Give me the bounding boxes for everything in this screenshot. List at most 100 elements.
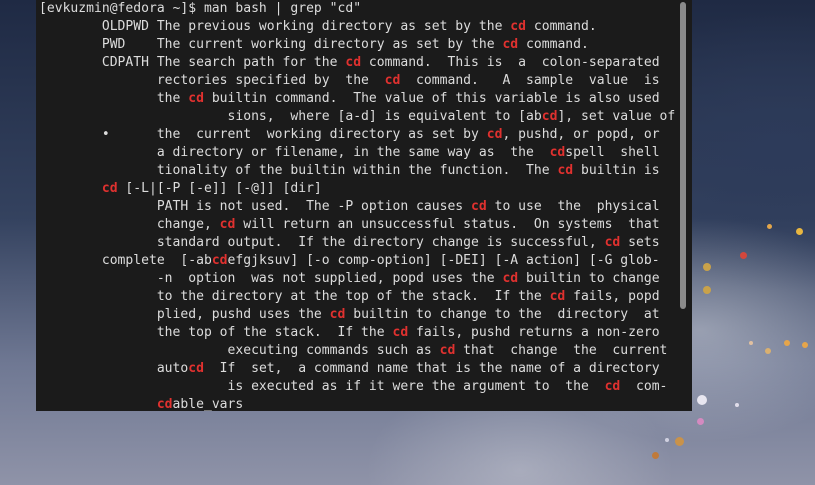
terminal-text: will return an unsuccessful status. On s…	[235, 217, 660, 232]
terminal-text: to the directory at the top of the stack…	[39, 289, 550, 304]
terminal-text: is executed as if it were the argument t…	[39, 379, 605, 394]
grep-match-highlight: cd	[549, 145, 566, 160]
terminal-output-line: change, cd will return an unsuccessful s…	[39, 216, 678, 234]
terminal-output-line: a directory or filename, in the same way…	[39, 144, 678, 162]
wallpaper-bokeh-dot	[749, 341, 753, 345]
terminal-text: [evkuzmin@fedora ~]$ man bash | grep "cd…	[39, 1, 362, 16]
terminal-text: command. A sample value is	[400, 73, 660, 88]
terminal-output-line: autocd If set, a command name that is th…	[39, 360, 678, 378]
terminal-text: [-L|[-P [-e]] [-@]] [dir]	[117, 181, 322, 196]
terminal-text: tionality of the builtin within the func…	[39, 163, 558, 178]
terminal-output-line: OLDPWD The previous working directory as…	[39, 18, 678, 36]
terminal-text: builtin to change	[518, 271, 660, 286]
grep-match-highlight: cd	[384, 73, 401, 88]
terminal-text: command.	[526, 19, 597, 34]
terminal-text: sions, where [a-d] is equivalent to [ab	[39, 109, 542, 124]
terminal-output-line: is executed as if it were the argument t…	[39, 378, 678, 396]
terminal-output-line: PATH is not used. The -P option causes c…	[39, 198, 678, 216]
terminal-output-line: to the directory at the top of the stack…	[39, 288, 678, 306]
terminal-text: the	[39, 91, 189, 106]
terminal-prompt-line: [evkuzmin@fedora ~]$ man bash | grep "cd…	[39, 0, 678, 18]
terminal-output-line: • the current working directory as set b…	[39, 126, 678, 144]
terminal-text: standard output. If the directory change…	[39, 235, 605, 250]
wallpaper-bokeh-dot	[802, 342, 808, 348]
terminal-text: com-	[620, 379, 668, 394]
terminal-text: executing commands such as	[39, 343, 440, 358]
terminal-output-line: tionality of the builtin within the func…	[39, 162, 678, 180]
grep-match-highlight: cd	[211, 253, 228, 268]
terminal-text: to use the physical	[486, 199, 660, 214]
terminal-output-line: cdable_vars	[39, 396, 678, 411]
terminal-text: builtin command. The value of this varia…	[203, 91, 660, 106]
terminal-scrollbar-thumb[interactable]	[680, 2, 686, 309]
grep-match-highlight: cd	[502, 37, 519, 52]
grep-match-highlight: cd	[329, 307, 346, 322]
grep-match-highlight: cd	[188, 361, 204, 376]
wallpaper-bokeh-dot	[697, 395, 707, 405]
terminal-text: auto	[39, 361, 189, 376]
terminal-text: change,	[39, 217, 220, 232]
grep-match-highlight: cd	[502, 271, 519, 286]
grep-match-highlight: cd	[439, 343, 456, 358]
terminal-text: the top of the stack. If the	[39, 325, 393, 340]
terminal-text: complete [-ab	[39, 253, 212, 268]
terminal-text: , pushd, or popd, or	[502, 127, 660, 142]
terminal-text: rectories specified by the	[39, 73, 385, 88]
terminal-text: -n option was not supplied, popd uses th…	[39, 271, 503, 286]
terminal-text: spell shell	[565, 145, 660, 160]
terminal-window[interactable]: [evkuzmin@fedora ~]$ man bash | grep "cd…	[36, 0, 692, 411]
terminal-text: a directory or filename, in the same way…	[39, 145, 550, 160]
grep-match-highlight: cd	[557, 163, 574, 178]
grep-match-highlight: cd	[156, 397, 173, 411]
terminal-text: If set, a command name that is the name …	[203, 361, 660, 376]
terminal-output-line: complete [-abcdefgjksuv] [-o comp-option…	[39, 252, 678, 270]
terminal-text: that change the current	[455, 343, 668, 358]
grep-match-highlight: cd	[486, 127, 503, 142]
wallpaper-bokeh-dot	[652, 452, 659, 459]
terminal-output-line: CDPATH The search path for the cd comman…	[39, 54, 678, 72]
terminal-text: OLDPWD The previous working directory as…	[39, 19, 511, 34]
grep-match-highlight: cd	[604, 379, 621, 394]
grep-match-highlight: cd	[392, 325, 409, 340]
wallpaper-bokeh-dot	[703, 286, 711, 294]
wallpaper-bokeh-dot	[697, 418, 704, 425]
terminal-text: PWD The current working directory as set…	[39, 37, 503, 52]
terminal-text: sets	[620, 235, 660, 250]
terminal-text: command.	[518, 37, 589, 52]
terminal-text: PATH is not used. The -P option causes	[39, 199, 472, 214]
terminal-text: fails, popd	[565, 289, 660, 304]
terminal-output-line: the top of the stack. If the cd fails, p…	[39, 324, 678, 342]
wallpaper-bokeh-dot	[703, 263, 711, 271]
terminal-scroll-track[interactable]	[680, 0, 690, 411]
terminal-output-line: the cd builtin command. The value of thi…	[39, 90, 678, 108]
terminal-text: command. This is a colon-separated	[361, 55, 660, 70]
grep-match-highlight: cd	[604, 235, 621, 250]
terminal-text: builtin is	[573, 163, 660, 178]
terminal-output-line: PWD The current working directory as set…	[39, 36, 678, 54]
terminal-text: CDPATH The search path for the	[39, 55, 346, 70]
wallpaper-bokeh-dot	[675, 437, 684, 446]
terminal-output-line: sions, where [a-d] is equivalent to [abc…	[39, 108, 678, 126]
wallpaper-bokeh-dot	[735, 403, 739, 407]
grep-match-highlight: cd	[549, 289, 566, 304]
grep-match-highlight: cd	[188, 91, 204, 106]
terminal-output-line: executing commands such as cd that chang…	[39, 342, 678, 360]
wallpaper-bokeh-dot	[784, 340, 790, 346]
terminal-text: builtin to change to the directory at	[345, 307, 660, 322]
grep-match-highlight: cd	[510, 19, 527, 34]
wallpaper-bokeh-dot	[740, 252, 747, 259]
terminal-output: [evkuzmin@fedora ~]$ man bash | grep "cd…	[39, 0, 678, 411]
grep-match-highlight: cd	[345, 55, 362, 70]
wallpaper-bokeh-dot	[665, 438, 669, 442]
terminal-output-line: plied, pushd uses the cd builtin to chan…	[39, 306, 678, 324]
wallpaper-bokeh-dot	[796, 228, 803, 235]
terminal-output-line: -n option was not supplied, popd uses th…	[39, 270, 678, 288]
wallpaper-bokeh-dot	[767, 224, 772, 229]
terminal-text: ], set value of	[557, 109, 676, 124]
grep-match-highlight: cd	[471, 199, 487, 214]
terminal-text: efgjksuv] [-o comp-option] [-DEI] [-A ac…	[227, 253, 660, 268]
terminal-output-line: cd [-L|[-P [-e]] [-@]] [dir]	[39, 180, 678, 198]
terminal-output-line: standard output. If the directory change…	[39, 234, 678, 252]
